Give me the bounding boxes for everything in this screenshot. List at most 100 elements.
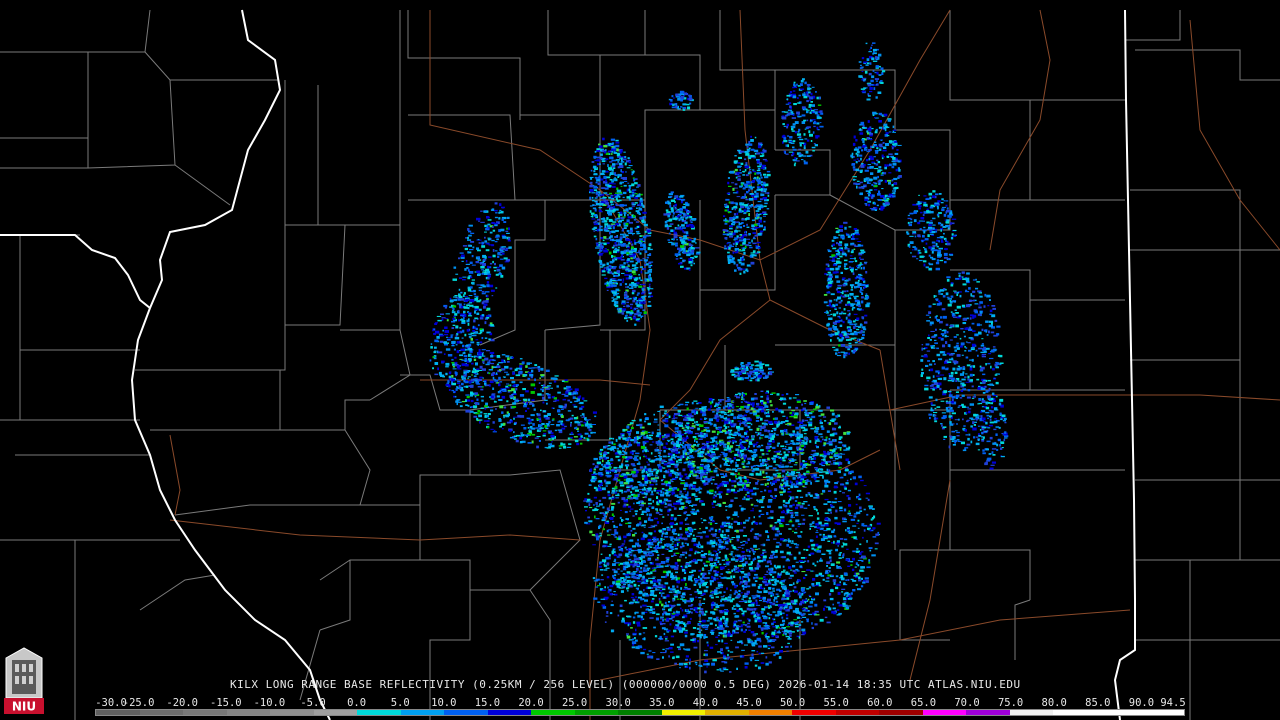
echo-cell (836, 561, 841, 564)
echo-cell (745, 410, 750, 413)
echo-cell (782, 619, 786, 623)
echo-cell (721, 419, 724, 422)
echo-cell (504, 365, 509, 369)
echo-cell (705, 441, 710, 444)
echo-cell (744, 582, 748, 585)
echo-cell (740, 571, 745, 573)
echo-cell (748, 563, 753, 566)
echo-cell (793, 586, 797, 589)
echo-cell (641, 426, 645, 429)
echo-cell (782, 569, 786, 571)
echo-cell (728, 525, 732, 529)
echo-cell (663, 449, 666, 453)
echo-cell (701, 602, 705, 604)
echo-cell (633, 467, 637, 471)
echo-cell (676, 538, 679, 541)
echo-cell (684, 506, 688, 509)
echo-cell (796, 504, 800, 507)
echo-cell (684, 433, 687, 435)
echo-cell (674, 517, 677, 520)
echo-cell (838, 462, 843, 465)
echo-cell (640, 513, 644, 515)
echo-cell (459, 405, 463, 408)
echo-cell (658, 466, 662, 470)
echo-cell (719, 611, 724, 614)
echo-cell (580, 415, 582, 417)
echo-cell (775, 407, 779, 411)
echo-cell (773, 432, 776, 435)
echo-cell (750, 631, 755, 634)
echo-cell (513, 396, 516, 399)
echo-cell (623, 539, 626, 543)
echo-cell (874, 548, 878, 550)
echo-cell (662, 608, 666, 611)
echo-cell (832, 603, 834, 606)
echo-cell (806, 416, 811, 418)
echo-cell (655, 511, 660, 514)
echo-cell (706, 625, 709, 629)
echo-cell (731, 468, 736, 471)
echo-cell (651, 431, 654, 435)
echo-cell (597, 585, 601, 587)
echo-cell (715, 605, 720, 608)
echo-cell (691, 569, 696, 572)
echo-cell (803, 433, 807, 435)
echo-cell (786, 650, 789, 652)
echo-cell (843, 538, 848, 541)
echo-cell (688, 662, 691, 665)
echo-cell (695, 596, 698, 598)
echo-cell (842, 604, 846, 607)
echo-cell (649, 444, 653, 446)
echo-cell (772, 618, 774, 620)
echo-cell (708, 516, 714, 520)
echo-cell (704, 457, 706, 460)
echo-cell (618, 563, 620, 566)
echo-cell (602, 589, 606, 591)
echo-cell (634, 489, 639, 492)
echo-cell (779, 462, 782, 464)
echo-cell (633, 502, 635, 505)
echo-cell (755, 643, 758, 645)
echo-cell (802, 474, 805, 476)
echo-cell (607, 586, 609, 589)
echo-cell (832, 579, 837, 582)
echo-cell (689, 483, 693, 487)
echo-cell (612, 568, 616, 571)
echo-cell (751, 604, 754, 606)
echo-cell (656, 547, 661, 549)
echo-cell (647, 502, 652, 505)
echo-cell (767, 647, 770, 650)
echo-cell (824, 517, 829, 521)
echo-cell (714, 494, 718, 498)
echo-cell (628, 580, 632, 583)
echo-cell (865, 580, 869, 583)
echo-cell (772, 411, 774, 413)
echo-cell (689, 561, 692, 564)
echo-cell (758, 534, 762, 537)
echo-cell (837, 522, 841, 525)
echo-cell (742, 587, 745, 590)
echo-cell (740, 507, 744, 511)
echo-cell (818, 471, 823, 473)
echo-cell (672, 619, 674, 622)
echo-cell (723, 417, 727, 420)
echo-cell (627, 587, 629, 589)
echo-cell (798, 560, 804, 562)
echo-cell (706, 641, 709, 644)
echo-cell (751, 583, 756, 587)
echo-cell (668, 458, 670, 460)
echo-cell (857, 519, 860, 522)
echo-cell (602, 496, 607, 499)
echo-cell (685, 658, 688, 661)
echo-cell (716, 493, 721, 495)
echo-cell (662, 656, 664, 659)
echo-cell (781, 511, 786, 514)
echo-cell (684, 449, 687, 452)
echo-cell (610, 604, 614, 607)
echo-cell (828, 471, 832, 474)
echo-cell (830, 409, 835, 412)
echo-cell (644, 465, 647, 469)
echo-cell (768, 625, 771, 627)
echo-cell (833, 611, 837, 615)
echo-cell (770, 554, 774, 557)
